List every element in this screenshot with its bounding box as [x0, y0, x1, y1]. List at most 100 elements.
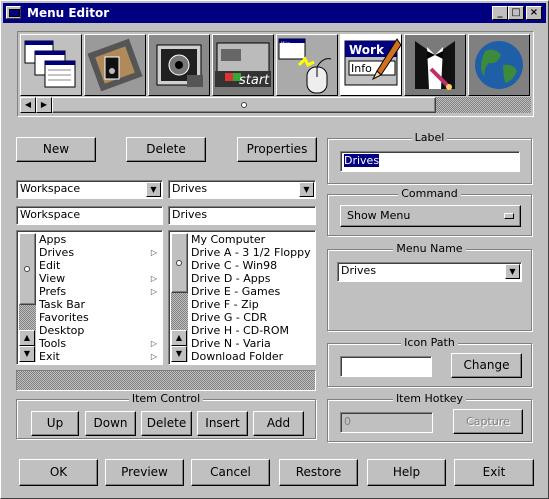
scroll-up-button[interactable]: ▲ — [19, 330, 35, 346]
left-menu-list[interactable]: ▲ ▼ Apps Drives ▷ Edit View ▷ Prefs ▷ Task Bar Fa… — [16, 230, 163, 365]
icon-strip-scrollbar[interactable]: ◀ ▶ — [20, 97, 531, 114]
menu-name-value: Drives — [341, 264, 377, 277]
capture-button[interactable]: Capture — [453, 409, 523, 434]
menu-icon[interactable] — [20, 34, 82, 96]
camera-icon[interactable] — [148, 34, 210, 96]
submenu-arrow-icon: ▷ — [150, 248, 157, 257]
mouse-icon[interactable]: Misc — [276, 34, 338, 96]
tuxedo-icon[interactable] — [404, 34, 466, 96]
menu-editor-window: Menu Editor _ □ × start Misc Work Info ◀… — [0, 0, 549, 499]
list-item-label: Drives — [39, 246, 75, 259]
list-item-label: View — [39, 272, 66, 285]
mouse-menu-title: Misc — [281, 41, 290, 46]
insert-button[interactable]: Insert — [197, 411, 248, 436]
exit-button[interactable]: Exit — [454, 459, 534, 486]
menu-name-title: Menu Name — [393, 242, 466, 255]
list-item[interactable]: Drive E - Games — [190, 285, 313, 298]
close-button[interactable]: × — [526, 6, 542, 20]
scroll-left-button[interactable]: ◀ — [20, 97, 36, 113]
icon-path-title: Icon Path — [401, 336, 458, 349]
list-item[interactable]: Drive N - Varia — [190, 337, 313, 350]
scroll-down-button[interactable]: ▼ — [19, 346, 35, 362]
list-item[interactable]: Drives ▷ — [38, 246, 160, 259]
list-item[interactable]: Prefs ▷ — [38, 285, 160, 298]
right-scroll-thumb[interactable] — [171, 233, 188, 293]
right-menu-list[interactable]: ▲ ▼ My Computer Drive A - 3 1/2 Floppy Dri… — [168, 230, 316, 365]
properties-button[interactable]: Properties — [237, 137, 317, 162]
cancel-button[interactable]: Cancel — [191, 459, 270, 486]
list-item[interactable]: Favorites — [38, 311, 160, 324]
list-item[interactable]: Drive C - Win98 — [190, 259, 313, 272]
start-button-icon[interactable]: start — [212, 34, 274, 96]
change-button[interactable]: Change — [451, 353, 522, 378]
submenu-arrow-icon: ▷ — [150, 274, 157, 283]
left-items: Apps Drives ▷ Edit View ▷ Prefs ▷ Task Bar Favori… — [38, 233, 160, 363]
right-menu-combo[interactable]: Drives ▼ — [168, 180, 316, 199]
list-item[interactable]: Edit — [38, 259, 160, 272]
submenu-arrow-icon: ▷ — [150, 287, 157, 296]
globe-icon[interactable] — [468, 34, 530, 96]
list-item[interactable]: Drive H - CD-ROM — [190, 324, 313, 337]
preview-button[interactable]: Preview — [105, 459, 184, 486]
window-title: Menu Editor — [27, 6, 110, 20]
workspace-info-icon[interactable]: Work Info — [340, 34, 402, 96]
right-list-scrollbar[interactable]: ▲ ▼ — [171, 233, 188, 362]
left-combo-value: Workspace — [20, 182, 81, 195]
app-icon[interactable] — [6, 6, 21, 19]
left-menu-combo[interactable]: Workspace ▼ — [16, 180, 163, 199]
list-item[interactable]: Desktop — [38, 324, 160, 337]
scroll-up-button[interactable]: ▲ — [171, 330, 187, 346]
thumb-grip-icon — [176, 260, 182, 266]
minimize-button[interactable]: _ — [492, 6, 508, 20]
hotkey-field[interactable]: 0 — [340, 412, 433, 433]
list-item[interactable]: My Computer — [190, 233, 313, 246]
title-bar[interactable]: Menu Editor _ □ × — [3, 3, 546, 23]
list-item[interactable]: Drive D - Apps — [190, 272, 313, 285]
right-scroll-track[interactable] — [171, 293, 188, 330]
delete-button[interactable]: Delete — [126, 137, 206, 162]
help-button[interactable]: Help — [367, 459, 446, 486]
icon-path-field[interactable] — [340, 356, 432, 377]
item-delete-button[interactable]: Delete — [141, 411, 192, 436]
left-scroll-track[interactable] — [19, 305, 36, 330]
list-item-label: Apps — [39, 233, 67, 246]
list-item[interactable]: Task Bar — [38, 298, 160, 311]
label-field[interactable]: Drives — [340, 151, 520, 172]
up-button[interactable]: Up — [31, 411, 79, 436]
list-item[interactable]: Drive G - CDR — [190, 311, 313, 324]
list-item[interactable]: View ▷ — [38, 272, 160, 285]
list-item[interactable]: Apps — [38, 233, 160, 246]
icon-strip: start Misc Work Info ◀ ▶ — [17, 31, 534, 117]
right-combo-value: Drives — [172, 182, 208, 195]
menu-name-combo[interactable]: Drives ▼ — [337, 262, 522, 282]
list-item[interactable]: Download Folder — [190, 350, 313, 363]
item-hotkey-title: Item Hotkey — [392, 392, 467, 405]
list-item[interactable]: Drive A - 3 1/2 Floppy — [190, 246, 313, 259]
ok-button[interactable]: OK — [19, 459, 98, 486]
item-control-label: Item Control — [128, 392, 204, 405]
scroll-thumb[interactable] — [52, 97, 436, 113]
new-button[interactable]: New — [16, 137, 96, 162]
list-item[interactable]: Tools ▷ — [38, 337, 160, 350]
chevron-down-icon[interactable]: ▼ — [299, 182, 314, 197]
submenu-arrow-icon: ▷ — [150, 339, 157, 348]
chevron-down-icon[interactable]: ▼ — [505, 264, 520, 279]
restore-button[interactable]: Restore — [279, 459, 358, 486]
chevron-down-icon[interactable]: ▼ — [146, 182, 161, 197]
left-name-field[interactable]: Workspace — [16, 206, 163, 225]
maximize-button[interactable]: □ — [508, 6, 524, 20]
list-item[interactable]: Drive F - Zip — [190, 298, 313, 311]
add-button[interactable]: Add — [253, 411, 304, 436]
down-button[interactable]: Down — [85, 411, 136, 436]
right-name-field[interactable]: Drives — [168, 206, 316, 225]
film-icon[interactable] — [84, 34, 146, 96]
command-dropdown[interactable]: Show Menu — [340, 205, 521, 227]
left-list-scrollbar[interactable]: ▲ ▼ — [19, 233, 36, 362]
scroll-down-button[interactable]: ▼ — [171, 346, 187, 362]
list-item-label: Favorites — [39, 311, 89, 324]
left-scroll-thumb[interactable] — [19, 233, 36, 305]
list-item-label: Prefs — [39, 285, 67, 298]
submenu-arrow-icon: ▷ — [150, 352, 157, 361]
scroll-right-button[interactable]: ▶ — [36, 97, 52, 113]
list-item[interactable]: Exit ▷ — [38, 350, 160, 363]
